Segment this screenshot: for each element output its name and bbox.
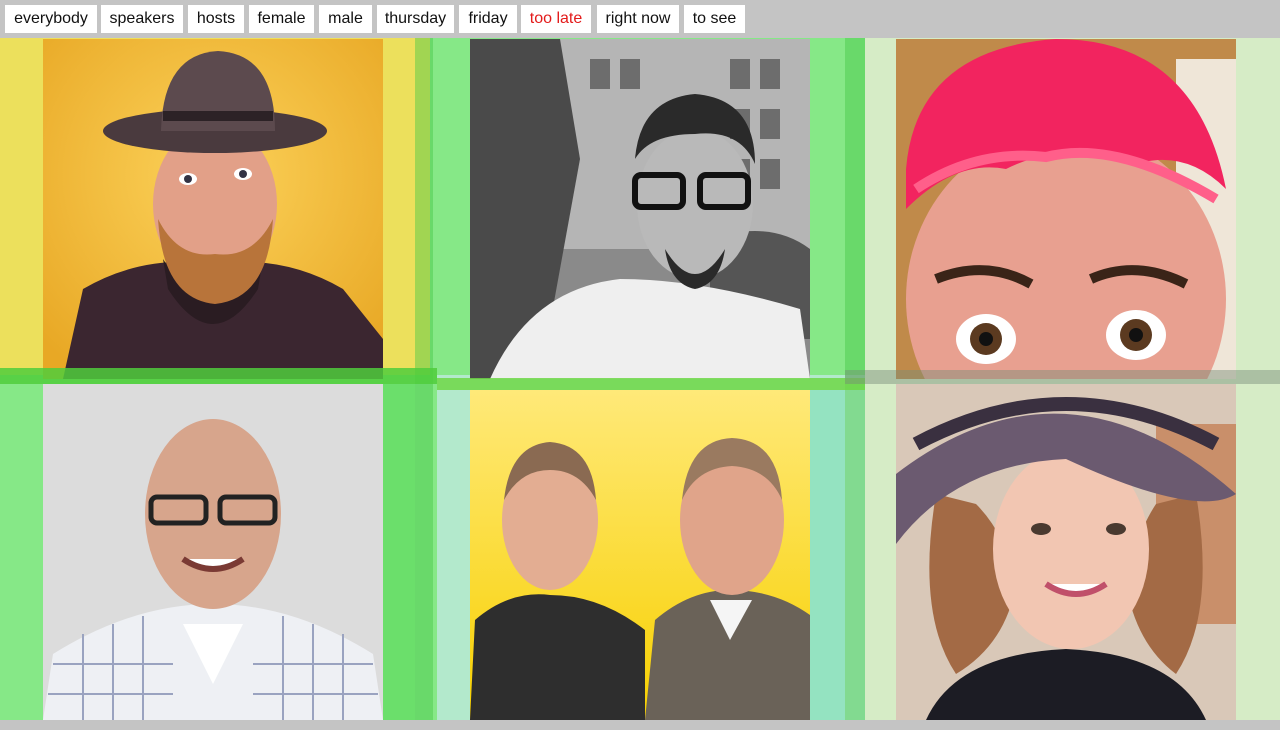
- speaker-photo[interactable]: [470, 39, 810, 379]
- filter-to-see[interactable]: to see: [684, 5, 745, 33]
- speaker-photo[interactable]: [43, 384, 383, 724]
- filter-right-now[interactable]: right now: [597, 5, 679, 33]
- speaker-photo[interactable]: [43, 39, 383, 379]
- bald-person-with-glasses-icon: [43, 384, 383, 720]
- speaker-photo[interactable]: [470, 390, 810, 730]
- speaker-photo[interactable]: [896, 384, 1236, 724]
- filter-friday[interactable]: friday: [459, 5, 517, 33]
- filter-female[interactable]: female: [249, 5, 314, 33]
- person-with-pink-hair-icon: [896, 39, 1236, 379]
- person-with-brown-hat-icon: [43, 39, 383, 379]
- filter-everybody[interactable]: everybody: [5, 5, 97, 33]
- speaker-photo[interactable]: [896, 39, 1236, 379]
- person-with-sun-hat-icon: [896, 384, 1236, 720]
- filter-speakers[interactable]: speakers: [101, 5, 183, 33]
- filter-bar: everybody speakers hosts female male thu…: [0, 0, 1280, 38]
- speaker-grid: [0, 0, 1280, 720]
- filter-thursday[interactable]: thursday: [377, 5, 454, 33]
- filter-male[interactable]: male: [319, 5, 372, 33]
- person-with-glasses-bw-icon: [470, 39, 810, 379]
- filter-hosts[interactable]: hosts: [188, 5, 244, 33]
- filter-too-late[interactable]: too late: [521, 5, 591, 33]
- two-people-icon: [470, 390, 810, 720]
